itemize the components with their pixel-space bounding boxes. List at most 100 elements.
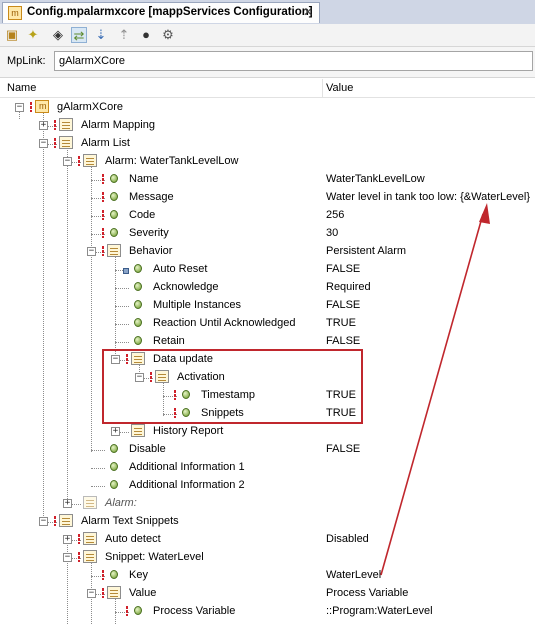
parameter-icon [110,444,118,453]
tree-label: Behavior [129,245,173,257]
tree-value[interactable]: ::Program:WaterLevel [326,605,433,617]
tree-row-behavior[interactable]: − Behavior Persistent Alarm [0,243,535,261]
tree-value[interactable]: Required [326,281,371,293]
tree-row-alarm-text-snippets[interactable]: − Alarm Text Snippets [0,513,535,531]
collapse-icon[interactable]: − [39,517,48,526]
collapse-icon[interactable]: − [15,103,24,112]
required-marker-icon [78,534,80,545]
sort-asc-icon[interactable]: ⇡ [116,27,132,43]
tree-value[interactable]: FALSE [326,335,360,347]
tree-value[interactable]: FALSE [326,263,360,275]
group-folder-icon [59,118,73,131]
tree-row-value[interactable]: − Value Process Variable [0,585,535,603]
tree-value[interactable]: WaterTankLevelLow [326,173,425,185]
tree-label: Alarm: WaterTankLevelLow [105,155,239,167]
tree-label: Snippet: WaterLevel [105,551,204,563]
column-header-value[interactable]: Value [326,82,353,94]
tab-bar: m Config.mpalarmxcore [mappServices Conf… [0,0,535,25]
parameter-icon [134,300,142,309]
expand-icon[interactable]: + [63,535,72,544]
editor-tab[interactable]: m Config.mpalarmxcore [mappServices Conf… [2,2,320,23]
tree-label: Key [129,569,148,581]
parameter-icon [110,192,118,201]
expand-icon[interactable]: + [39,121,48,130]
parameter-icon [110,462,118,471]
nav-icon[interactable]: ◈ [50,27,66,43]
parameter-icon [110,210,118,219]
tree-label: Code [129,209,156,221]
tree-row-alarm-list[interactable]: − Alarm List [0,135,535,153]
tree-row-alarm-mapping[interactable]: + Alarm Mapping [0,117,535,135]
tree-row-severity[interactable]: Severity 30 [0,225,535,243]
tree-row-history-report[interactable]: + History Report [0,423,535,441]
tree-value[interactable]: WaterLevel [326,569,381,581]
gears-icon[interactable]: ⚙ [160,27,176,43]
tree-value[interactable]: TRUE [326,317,356,329]
tree-row-auto-detect[interactable]: + Auto detect Disabled [0,531,535,549]
tree-row-key[interactable]: Key WaterLevel [0,567,535,585]
tree-value[interactable]: Process Variable [326,587,408,599]
tree-row-acknowledge[interactable]: Acknowledge Required [0,279,535,297]
tree-row-process-variable[interactable]: Process Variable ::Program:WaterLevel [0,603,535,621]
tree-value[interactable]: Water level in tank too low: {&WaterLeve… [326,191,530,203]
required-marker-icon [30,102,32,113]
collapse-icon[interactable]: − [39,139,48,148]
tree-row-additional-information-1[interactable]: Additional Information 1 [0,459,535,477]
module-icon[interactable]: ▣ [4,27,20,43]
tree-row-code[interactable]: Code 256 [0,207,535,225]
tree-row-auto-reset[interactable]: Auto Reset FALSE [0,261,535,279]
mplink-input[interactable] [54,51,533,71]
group-folder-icon [83,154,97,167]
parameter-icon [134,318,142,327]
mapp-module-icon: m [8,6,22,20]
collapse-icon[interactable]: − [87,247,96,256]
tree-row-message[interactable]: Message Water level in tank too low: {&W… [0,189,535,207]
tree-label: Alarm Mapping [81,119,155,131]
parameter-icon [110,228,118,237]
tree-value[interactable]: 30 [326,227,338,239]
collapse-icon[interactable]: − [63,157,72,166]
tree-label: Retain [153,335,185,347]
sort-desc-icon[interactable]: ⇣ [93,27,109,43]
tree-value[interactable]: FALSE [326,443,360,455]
column-header-name[interactable]: Name [7,82,36,94]
sync-icon[interactable]: ⇄ [71,27,87,43]
collapse-icon[interactable]: − [63,553,72,562]
tree-label: Disable [129,443,166,455]
expand-icon[interactable]: + [111,427,120,436]
collapse-icon[interactable]: − [87,589,96,598]
close-icon[interactable]: ✕ [303,5,313,19]
light-icon[interactable]: ✦ [25,27,41,43]
tree-row-alarm-placeholder[interactable]: + Alarm: [0,495,535,513]
parameter-icon [110,174,118,183]
required-marker-icon [78,552,80,563]
mplink-bar: MpLink: [0,47,535,78]
tree-row-reaction-until-acknowledged[interactable]: Reaction Until Acknowledged TRUE [0,315,535,333]
config-tree: − m gAlarmXCore + Alarm Mapping − Alarm … [0,97,535,624]
tree-label: Additional Information 2 [129,479,245,491]
required-marker-icon [78,156,80,167]
tree-row-snippet[interactable]: − Snippet: WaterLevel [0,549,535,567]
tree-value[interactable]: Persistent Alarm [326,245,406,257]
tree-row-disable[interactable]: Disable FALSE [0,441,535,459]
required-marker-icon [102,588,104,599]
required-marker-icon [102,192,104,203]
parameter-icon [134,606,142,615]
group-folder-icon [107,244,121,257]
record-icon[interactable]: ● [138,27,154,43]
tree-row-alarm[interactable]: − Alarm: WaterTankLevelLow [0,153,535,171]
tree-label: Acknowledge [153,281,219,293]
highlight-box [102,349,363,424]
group-folder-icon [83,532,97,545]
tree-label: Auto detect [105,533,161,545]
required-marker-icon [54,516,56,527]
tree-value[interactable]: FALSE [326,299,360,311]
tree-value[interactable]: Disabled [326,533,369,545]
parameter-icon [134,282,142,291]
tree-row-name[interactable]: Name WaterTankLevelLow [0,171,535,189]
tree-value[interactable]: 256 [326,209,344,221]
tree-row-additional-information-2[interactable]: Additional Information 2 [0,477,535,495]
tree-row-root[interactable]: − m gAlarmXCore [0,99,535,117]
tree-row-multiple-instances[interactable]: Multiple Instances FALSE [0,297,535,315]
expand-icon[interactable]: + [63,499,72,508]
